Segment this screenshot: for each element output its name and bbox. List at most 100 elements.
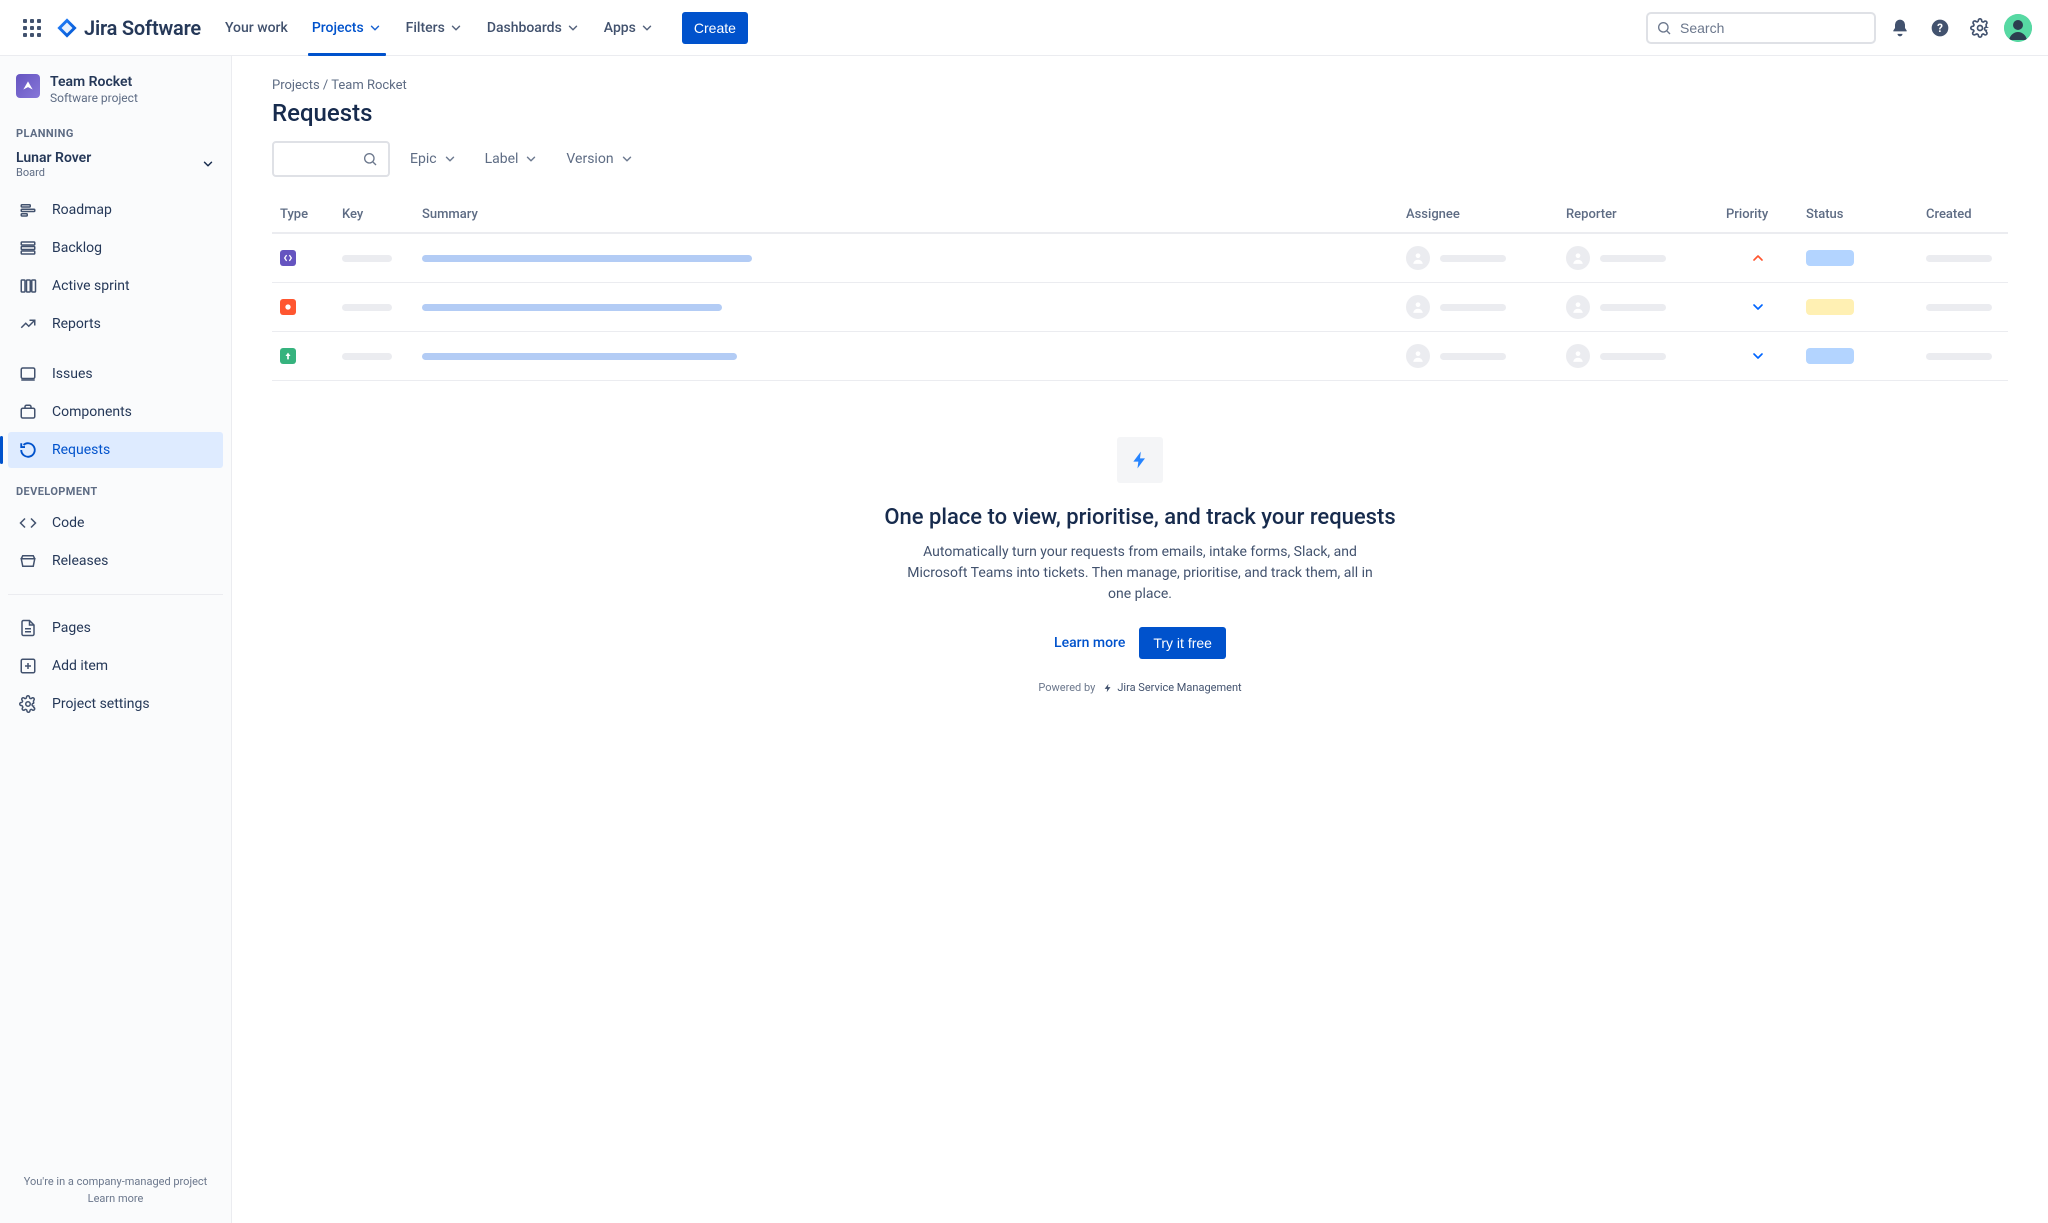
learn-more-link[interactable]: Learn more xyxy=(1054,635,1125,651)
chevron-down-icon xyxy=(566,21,580,35)
table-row[interactable] xyxy=(272,283,2008,332)
column-created[interactable]: Created xyxy=(1918,199,2008,233)
additem-icon xyxy=(18,657,38,675)
code-icon xyxy=(18,514,38,532)
priority-icon xyxy=(1750,299,1766,315)
column-type[interactable]: Type xyxy=(272,199,334,233)
promo-panel: One place to view, prioritise, and track… xyxy=(272,437,2008,694)
nav-item-label: Projects xyxy=(312,20,364,36)
filter-label: Label xyxy=(485,151,519,167)
section-development-label: DEVELOPMENT xyxy=(0,471,231,502)
column-reporter[interactable]: Reporter xyxy=(1558,199,1718,233)
sidebar-item-label: Components xyxy=(52,404,132,420)
help-icon: ? xyxy=(1930,18,1950,38)
placeholder xyxy=(1926,304,1992,311)
placeholder xyxy=(422,255,752,262)
sidebar-item-pages[interactable]: Pages xyxy=(8,610,223,646)
column-keycol[interactable]: Key xyxy=(334,199,414,233)
app-switcher-button[interactable] xyxy=(16,12,48,44)
settings-button[interactable] xyxy=(1964,12,1996,44)
powered-by-product: Jira Service Management xyxy=(1117,681,1241,694)
avatar-icon xyxy=(1566,246,1590,270)
placeholder xyxy=(1600,255,1666,262)
table-row[interactable] xyxy=(272,332,2008,381)
sidebar-item-label: Project settings xyxy=(52,696,150,712)
nav-item-projects[interactable]: Projects xyxy=(300,0,394,56)
settings-icon xyxy=(18,695,38,713)
placeholder xyxy=(342,353,392,360)
grid-icon xyxy=(23,19,41,37)
filter-search-input[interactable] xyxy=(272,141,390,177)
sidebar-item-reports[interactable]: Reports xyxy=(8,306,223,342)
lightning-icon xyxy=(1103,683,1113,693)
priority-icon xyxy=(1750,250,1766,266)
section-planning-label: PLANNING xyxy=(0,113,231,144)
global-search-input[interactable] xyxy=(1646,12,1876,44)
product-logo[interactable]: Jira Software xyxy=(56,16,201,40)
sidebar-footer: You're in a company-managed project Lear… xyxy=(0,1159,231,1215)
board-selector[interactable]: Lunar Rover Board xyxy=(0,144,231,189)
sidebar-item-issues[interactable]: Issues xyxy=(8,356,223,392)
sidebar-item-releases[interactable]: Releases xyxy=(8,543,223,579)
chevron-down-icon xyxy=(443,152,457,166)
nav-item-apps[interactable]: Apps xyxy=(592,0,666,56)
placeholder xyxy=(342,304,392,311)
breadcrumb-leaf: Team Rocket xyxy=(331,78,407,93)
filter-label: Epic xyxy=(410,151,437,167)
sidebar-item-label: Code xyxy=(52,515,84,531)
avatar-icon xyxy=(1566,344,1590,368)
sidebar-item-roadmap[interactable]: Roadmap xyxy=(8,192,223,228)
avatar-icon xyxy=(1406,344,1430,368)
filter-epic[interactable]: Epic xyxy=(410,151,457,167)
issue-type-icon xyxy=(280,250,296,266)
sidebar-item-project-settings[interactable]: Project settings xyxy=(8,686,223,722)
lightning-icon xyxy=(1117,437,1163,483)
sidebar-item-label: Roadmap xyxy=(52,202,112,218)
sidebar-item-label: Requests xyxy=(52,442,110,458)
notifications-button[interactable] xyxy=(1884,12,1916,44)
placeholder xyxy=(342,255,392,262)
avatar-icon xyxy=(1406,295,1430,319)
profile-avatar[interactable] xyxy=(2004,14,2032,42)
status-badge xyxy=(1806,348,1854,364)
column-assignee[interactable]: Assignee xyxy=(1398,199,1558,233)
chevron-down-icon xyxy=(449,21,463,35)
avatar-icon xyxy=(1566,295,1590,319)
nav-item-your-work[interactable]: Your work xyxy=(213,0,300,56)
issue-type-icon xyxy=(280,299,296,315)
filter-version[interactable]: Version xyxy=(566,151,633,167)
sidebar-item-code[interactable]: Code xyxy=(8,505,223,541)
sidebar-item-label: Reports xyxy=(52,316,101,332)
project-header[interactable]: Team Rocket Software project xyxy=(0,74,231,113)
nav-item-dashboards[interactable]: Dashboards xyxy=(475,0,592,56)
board-name: Lunar Rover xyxy=(16,150,91,166)
placeholder xyxy=(1926,255,1992,262)
table-row[interactable] xyxy=(272,233,2008,283)
sidebar-item-requests[interactable]: Requests xyxy=(8,432,223,468)
breadcrumb-root[interactable]: Projects xyxy=(272,78,320,93)
top-nav: Jira Software Your work Projects FiltersDa… xyxy=(0,0,2048,56)
sidebar-item-active-sprint[interactable]: Active sprint xyxy=(8,268,223,304)
sidebar-item-label: Pages xyxy=(52,620,91,636)
releases-icon xyxy=(18,552,38,570)
chevron-down-icon xyxy=(640,21,654,35)
sidebar-item-label: Backlog xyxy=(52,240,102,256)
sidebar-item-backlog[interactable]: Backlog xyxy=(8,230,223,266)
components-icon xyxy=(18,403,38,421)
nav-item-filters[interactable]: Filters xyxy=(394,0,475,56)
sidebar-footer-link[interactable]: Learn more xyxy=(12,1192,219,1205)
chevron-down-icon xyxy=(368,21,382,35)
column-summary[interactable]: Summary xyxy=(414,199,1398,233)
column-status[interactable]: Status xyxy=(1798,199,1918,233)
sidebar-item-add-item[interactable]: Add item xyxy=(8,648,223,684)
help-button[interactable]: ? xyxy=(1924,12,1956,44)
filter-label[interactable]: Label xyxy=(485,151,539,167)
placeholder xyxy=(1440,353,1506,360)
try-free-button[interactable]: Try it free xyxy=(1139,627,1226,659)
filter-label: Version xyxy=(566,151,613,167)
sidebar-item-components[interactable]: Components xyxy=(8,394,223,430)
sprint-icon xyxy=(18,277,38,295)
column-priority[interactable]: Priority xyxy=(1718,199,1798,233)
create-button[interactable]: Create xyxy=(682,12,748,44)
issue-type-icon xyxy=(280,348,296,364)
